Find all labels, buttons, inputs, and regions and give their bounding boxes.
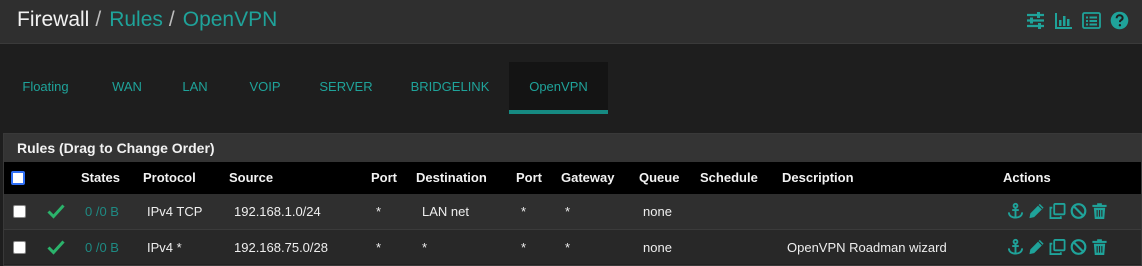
rule-description: OpenVPN Roadman wizard [787,240,947,255]
breadcrumb-rules-link[interactable]: Rules [109,8,163,31]
rule-actions [1007,238,1108,256]
column-header-actions: Actions [1003,170,1051,185]
column-header-queue[interactable]: Queue [639,162,679,194]
table-header: States Protocol Source Port Destination … [4,162,1141,194]
rule-gateway: * [565,240,571,255]
panel-title: Rules (Drag to Change Order) [4,134,1141,162]
column-header-gateway[interactable]: Gateway [561,162,614,194]
tab-floating[interactable]: Floating [9,62,82,114]
sliders-icon[interactable] [1026,11,1045,30]
rule-destination: * [422,240,428,255]
column-header-protocol[interactable]: Protocol [143,162,196,194]
disable-icon[interactable] [1070,202,1087,220]
tab-wan[interactable]: WAN [98,62,156,114]
delete-icon[interactable] [1091,202,1108,220]
header-icon-group [1026,11,1129,30]
rule-source-port: * [376,240,382,255]
rule-source: 192.168.75.0/28 [234,240,328,255]
tab-bridgelink[interactable]: BRIDGELINK [398,62,502,114]
rule-source: 192.168.1.0/24 [234,204,321,219]
copy-icon[interactable] [1049,238,1066,256]
rule-destination: LAN net [422,204,469,219]
edit-icon[interactable] [1028,202,1045,220]
rule-protocol: IPv4 * [147,240,182,255]
rule-destination-port: * [521,240,527,255]
check-icon[interactable] [47,239,65,255]
table-row[interactable]: 0 /0 B IPv4 * 192.168.75.0/28 * * * * no… [4,229,1141,264]
rule-queue: none [643,204,672,219]
edit-icon[interactable] [1028,238,1045,256]
select-all-checkbox[interactable] [11,171,25,185]
breadcrumb-firewall: Firewall [17,8,90,31]
check-icon[interactable] [47,203,65,219]
column-header-destination[interactable]: Destination [416,162,487,194]
help-icon[interactable] [1110,11,1129,30]
rule-queue: none [643,240,672,255]
rule-states[interactable]: 0 /0 B [85,230,119,265]
table-row[interactable]: 0 /0 B IPv4 TCP 192.168.1.0/24 * LAN net… [4,194,1141,229]
copy-icon[interactable] [1049,202,1066,220]
page-header: Firewall / Rules / OpenVPN [0,0,1142,44]
tab-server[interactable]: SERVER [308,62,384,114]
tab-openvpn[interactable]: OpenVPN [509,62,608,114]
rule-source-port: * [376,204,382,219]
delete-icon[interactable] [1091,238,1108,256]
rule-protocol: IPv4 TCP [147,204,203,219]
tab-voip[interactable]: VOIP [236,62,294,114]
rule-states[interactable]: 0 /0 B [85,194,119,229]
tab-lan[interactable]: LAN [169,62,221,114]
breadcrumb-openvpn-link[interactable]: OpenVPN [183,8,278,31]
row-select-checkbox[interactable] [13,241,26,254]
breadcrumb: Firewall / Rules / OpenVPN [17,8,277,32]
column-header-port[interactable]: Port [371,162,397,194]
anchor-icon[interactable] [1007,238,1024,256]
column-header-schedule[interactable]: Schedule [700,162,758,194]
column-header-source[interactable]: Source [229,162,273,194]
column-header-description[interactable]: Description [782,162,854,194]
column-header-port[interactable]: Port [516,162,542,194]
disable-icon[interactable] [1070,238,1087,256]
bar-chart-icon[interactable] [1054,11,1073,30]
list-icon[interactable] [1082,11,1101,30]
rule-gateway: * [565,204,571,219]
column-header-states[interactable]: States [81,162,120,194]
interface-tabs: Floating WAN LAN VOIP SERVER BRIDGELINK … [0,62,1142,114]
breadcrumb-separator: / [95,8,102,31]
anchor-icon[interactable] [1007,202,1024,220]
rule-actions [1007,202,1108,220]
breadcrumb-separator: / [168,8,175,31]
rule-destination-port: * [521,204,527,219]
row-select-checkbox[interactable] [13,205,26,218]
rules-panel: Rules (Drag to Change Order) States Prot… [3,133,1142,266]
